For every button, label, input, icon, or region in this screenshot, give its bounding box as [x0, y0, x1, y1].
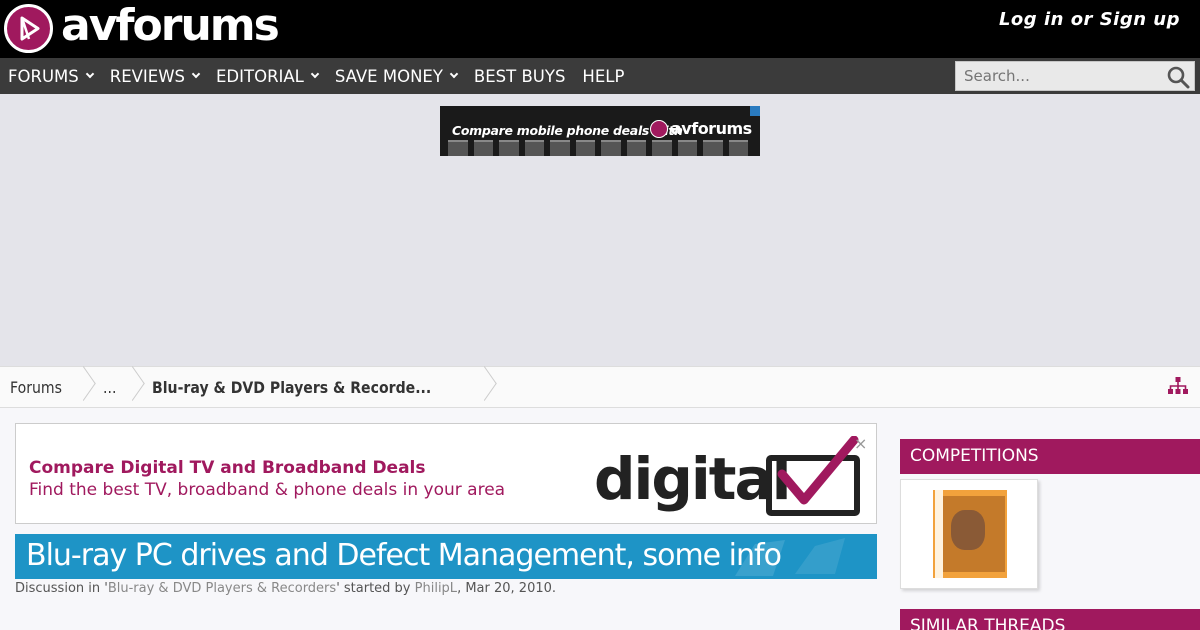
breadcrumb-separator — [128, 367, 142, 407]
nav-save-money[interactable]: SAVE MONEY — [334, 66, 459, 86]
ad-choices-icon[interactable] — [750, 106, 760, 116]
breadcrumb-separator — [79, 367, 93, 407]
author-link[interactable]: PhilipL — [415, 581, 457, 596]
forum-link[interactable]: Blu-ray & DVD Players & Recorders — [108, 581, 336, 596]
digital-logo: digital — [594, 436, 874, 518]
thread-title: Blu-ray PC drives and Defect Management,… — [26, 538, 782, 573]
thread-title-bar: Blu-ray PC drives and Defect Management,… — [15, 534, 877, 579]
nav-save-money-label: SAVE MONEY — [334, 66, 443, 86]
nav-editorial-label: EDITORIAL — [216, 66, 304, 86]
promo-title: Compare Digital TV and Broadband Deals — [29, 458, 426, 478]
digital-logo-word: digital — [594, 445, 792, 513]
chevron-down-icon — [191, 69, 201, 79]
chevron-down-icon — [310, 69, 320, 79]
ad-banner-mobile-deals[interactable]: Compare mobile phone deals with avforums — [440, 106, 760, 156]
ad-brand: avforums — [650, 119, 752, 138]
close-icon[interactable]: × — [854, 436, 867, 452]
breadcrumb: Forums ... Blu-ray & DVD Players & Recor… — [0, 366, 1200, 408]
search-box — [955, 61, 1195, 91]
thread-meta: Discussion in 'Blu-ray & DVD Players & R… — [15, 581, 556, 596]
nav-forums-label: FORUMS — [8, 66, 79, 86]
ad-text: Compare mobile phone deals with — [452, 123, 683, 138]
search-input[interactable] — [956, 62, 1156, 90]
competitions-heading[interactable]: COMPETITIONS — [900, 439, 1200, 474]
nav-editorial[interactable]: EDITORIAL — [216, 66, 320, 86]
ad-brand-text: avforums — [671, 119, 752, 138]
breadcrumb-current-forum[interactable]: Blu-ray & DVD Players & Recorde... — [152, 378, 431, 397]
competition-thumbnail[interactable] — [900, 479, 1038, 589]
site-logo[interactable]: avforums — [4, 0, 280, 53]
site-header: avforums Log in or Sign up — [0, 0, 1200, 58]
promo-digital-deals[interactable]: Compare Digital TV and Broadband Deals F… — [15, 423, 877, 524]
meta-mid: ' started by — [336, 581, 415, 596]
nav-forums[interactable]: FORUMS — [8, 66, 94, 86]
nav-help[interactable]: HELP — [582, 67, 624, 86]
similar-threads-heading[interactable]: SIMILAR THREADS — [900, 609, 1200, 630]
main-nav: FORUMS REVIEWS EDITORIAL SAVE MONEY BEST… — [0, 58, 1200, 94]
chevron-down-icon — [449, 69, 459, 79]
sitemap-icon[interactable] — [1168, 377, 1188, 395]
login-signup-link[interactable]: Log in or Sign up — [999, 9, 1180, 30]
checkbox-tick-icon — [766, 436, 860, 516]
search-icon[interactable] — [1166, 65, 1190, 89]
play-logo-icon — [650, 119, 668, 138]
meta-prefix: Discussion in ' — [15, 581, 108, 596]
chevron-down-icon — [85, 69, 94, 79]
nav-reviews-label: REVIEWS — [109, 66, 185, 86]
ad-phones-image — [448, 140, 748, 156]
logo-text: avforums — [61, 0, 280, 51]
breadcrumb-ellipsis[interactable]: ... — [103, 378, 116, 397]
breadcrumb-forums[interactable]: Forums — [10, 378, 62, 397]
play-logo-icon — [4, 4, 53, 53]
competition-boxset-image — [933, 490, 1007, 578]
nav-reviews[interactable]: REVIEWS — [109, 66, 201, 86]
nav-best-buys[interactable]: BEST BUYS — [474, 67, 566, 86]
thread-date: , Mar 20, 2010. — [457, 581, 557, 596]
breadcrumb-separator — [480, 367, 494, 407]
nav-best-buys-label: BEST BUYS — [473, 66, 566, 86]
nav-help-label: HELP — [582, 66, 625, 86]
promo-subtitle: Find the best TV, broadband & phone deal… — [29, 480, 506, 500]
